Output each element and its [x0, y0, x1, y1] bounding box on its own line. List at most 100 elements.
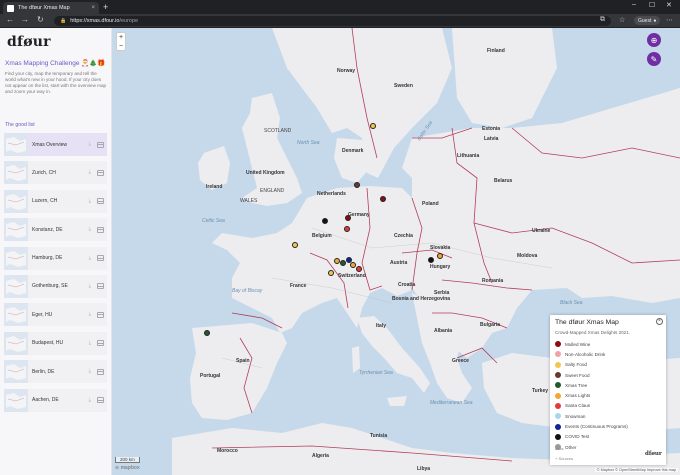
table-icon[interactable]: [97, 198, 104, 205]
feedback-button[interactable]: ✎: [647, 52, 661, 66]
map-marker[interactable]: [370, 123, 376, 129]
legend-item[interactable]: Mulled Wine: [555, 339, 628, 349]
title-bar: The dføur Xmas Map × + – ☐ ✕: [0, 0, 680, 14]
map-marker[interactable]: [322, 218, 328, 224]
map-list-label: Xmas Overview: [32, 141, 68, 148]
map-list-item[interactable]: Budapest, HU ⤓: [4, 331, 107, 355]
legend-item[interactable]: Salty Food: [555, 360, 628, 370]
map-marker[interactable]: [340, 260, 346, 266]
table-icon[interactable]: [97, 368, 104, 375]
legend-item[interactable]: COVID Test: [555, 432, 628, 442]
minimize-icon[interactable]: –: [632, 1, 636, 8]
table-icon[interactable]: [97, 255, 104, 262]
map-list-item[interactable]: Zurich, CH ⤓: [4, 161, 107, 185]
legend-toggle[interactable]: Less: [555, 446, 563, 451]
locate-button[interactable]: ⊕: [647, 33, 661, 47]
download-icon[interactable]: ⤓: [89, 368, 91, 375]
map-list-label: Zurich, CH: [32, 169, 56, 176]
legend-item[interactable]: Xmas Lights: [555, 390, 628, 400]
download-icon[interactable]: ⤓: [89, 340, 91, 347]
legend-swatch: [555, 382, 561, 389]
legend-item[interactable]: Xmas Tree: [555, 380, 628, 390]
menu-icon[interactable]: ⋯: [666, 16, 673, 24]
map-list-item[interactable]: Xmas Overview ⤓: [4, 133, 107, 156]
download-icon[interactable]: ⤓: [89, 311, 91, 318]
map-list-item[interactable]: Aachen, DE ⤓: [4, 388, 107, 412]
map-attribution[interactable]: © Mapbox © OpenStreetMap Improve this ma…: [594, 468, 678, 472]
map-list-item[interactable]: Eger, HU ⤓: [4, 303, 107, 327]
favorites-icon[interactable]: ☆: [619, 16, 625, 24]
map-marker[interactable]: [354, 182, 360, 188]
table-icon[interactable]: [97, 169, 104, 176]
legend-item[interactable]: Non-Alcoholic Drink: [555, 349, 628, 359]
map-marker[interactable]: [344, 226, 350, 232]
label-tunisia: Tunisia: [370, 433, 388, 439]
map-list-item[interactable]: Luzern, CH ⤓: [4, 189, 107, 213]
legend-item[interactable]: Sweet Food: [555, 370, 628, 380]
download-icon[interactable]: ⤓: [89, 198, 91, 205]
mapbox-logo[interactable]: ⊙ mapbox: [115, 465, 140, 471]
download-icon[interactable]: ⤓: [89, 169, 91, 176]
download-icon[interactable]: ⤓: [89, 255, 91, 262]
map-list-item[interactable]: Hamburg, DE ⤓: [4, 246, 107, 270]
map-marker[interactable]: [437, 253, 443, 259]
legend-item[interactable]: Snowman: [555, 411, 628, 421]
map-marker[interactable]: [328, 270, 334, 276]
label-bay-of-biscay: Bay of Biscay: [232, 288, 263, 294]
map-thumbnail: [4, 218, 28, 242]
legend-item[interactable]: Other: [555, 442, 628, 452]
legend-close-button[interactable]: ×: [656, 318, 663, 325]
table-icon[interactable]: [97, 283, 104, 290]
legend-label: Salty Food: [565, 362, 587, 368]
map-marker[interactable]: [345, 215, 351, 221]
logo[interactable]: dføur: [7, 34, 51, 50]
download-icon[interactable]: ⤓: [89, 397, 91, 404]
map-list-item[interactable]: Berlin, DE ⤓: [4, 360, 107, 384]
map-marker[interactable]: [380, 196, 386, 202]
map-marker[interactable]: [356, 266, 362, 272]
label-black-sea: Black Sea: [560, 300, 583, 306]
label-croatia: Croatia: [398, 282, 416, 288]
translate-icon[interactable]: ⧉: [600, 16, 605, 24]
map-list-label: Konstanz, DE: [32, 226, 63, 233]
address-bar[interactable]: 🔒 https://xmas.dfour.io/europe: [54, 15, 611, 26]
close-window-icon[interactable]: ✕: [666, 1, 672, 9]
label-wales: WALES: [240, 198, 258, 204]
legend-label: Xmas Lights: [565, 393, 591, 399]
legend-item[interactable]: Santa Claus: [555, 401, 628, 411]
forward-icon[interactable]: →: [21, 15, 29, 25]
map-marker[interactable]: [204, 330, 210, 336]
reload-icon[interactable]: ↻: [37, 15, 44, 25]
zoom-out-button[interactable]: −: [117, 42, 125, 51]
label-italy: Italy: [376, 323, 387, 329]
map-marker[interactable]: [350, 262, 356, 268]
url-host: https://xmas.dfour.io: [70, 17, 120, 24]
table-icon[interactable]: [97, 141, 104, 148]
profile-icon: ●: [653, 17, 657, 24]
back-icon[interactable]: ←: [6, 15, 14, 25]
download-icon[interactable]: ⤓: [89, 283, 91, 290]
new-tab-button[interactable]: +: [103, 2, 108, 12]
profile-button[interactable]: Guest ●: [634, 16, 661, 25]
tab-close-icon[interactable]: ×: [91, 5, 95, 11]
map-list-item[interactable]: Konstanz, DE ⤓: [4, 218, 107, 242]
label-bulgaria: Bulgaria: [480, 322, 501, 328]
map-canvas[interactable]: + − ⊕ ✎ Norway Sweden Finland Estonia La…: [112, 28, 680, 475]
map-marker[interactable]: [428, 257, 434, 263]
browser-tab[interactable]: The dføur Xmas Map ×: [3, 2, 99, 14]
download-icon[interactable]: ⤓: [89, 226, 91, 233]
legend-label: Non-Alcoholic Drink: [565, 351, 606, 357]
download-icon[interactable]: ⤓: [89, 141, 91, 148]
map-marker[interactable]: [292, 242, 298, 248]
maximize-icon[interactable]: ☐: [649, 1, 655, 9]
table-icon[interactable]: [97, 311, 104, 318]
zoom-in-button[interactable]: +: [117, 33, 125, 42]
map-list-item[interactable]: Gothenburg, SE ⤓: [4, 274, 107, 298]
legend-sources[interactable]: + Sources: [555, 456, 573, 461]
label-austria: Austria: [390, 260, 408, 266]
table-icon[interactable]: [97, 340, 104, 347]
table-icon[interactable]: [97, 226, 104, 233]
table-icon[interactable]: [97, 397, 104, 404]
legend-item[interactable]: Events (Continuous Programs): [555, 421, 628, 431]
map-thumbnail: [4, 161, 28, 185]
